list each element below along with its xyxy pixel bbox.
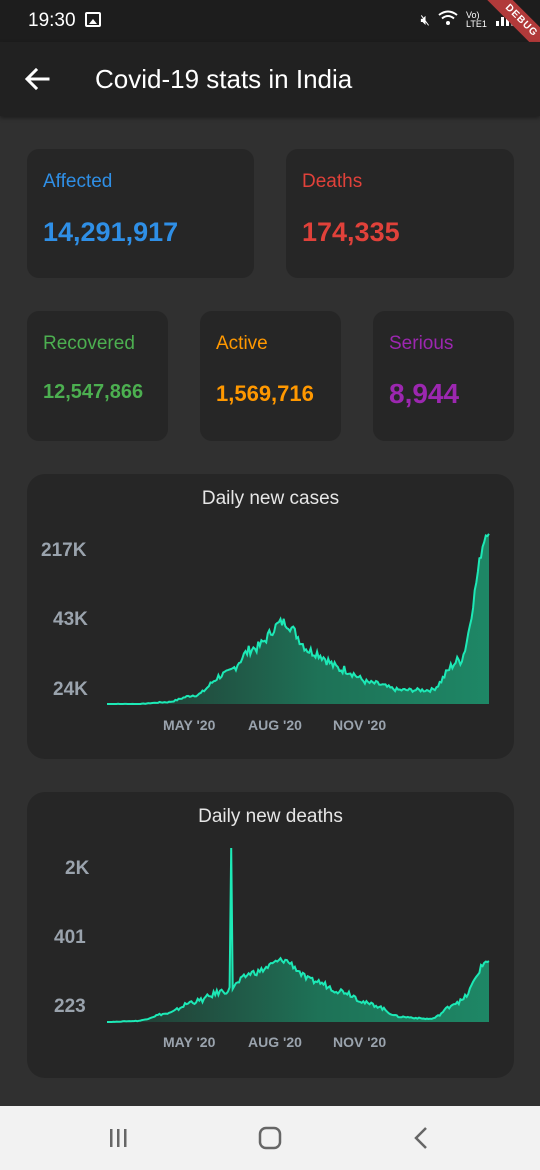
- status-bar: 19:30 🔇︎ Vo) LTE1 DEBUG: [0, 0, 540, 67]
- series-area: [107, 533, 489, 704]
- app-bar: Covid-19 stats in India: [0, 42, 540, 116]
- x-tick-label: MAY '20: [163, 1034, 216, 1050]
- x-tick-label: NOV '20: [333, 717, 386, 733]
- mute-icon: 🔇︎: [420, 11, 430, 29]
- x-tick-label: NOV '20: [333, 1034, 386, 1050]
- gallery-icon: [85, 12, 101, 27]
- serious-card: Serious 8,944: [373, 311, 514, 441]
- y-tick-label: 2K: [65, 858, 90, 879]
- network-label: Vo) LTE1: [466, 10, 487, 29]
- series-area: [107, 848, 489, 1022]
- active-card: Active 1,569,716: [200, 311, 341, 441]
- recovered-value: 12,547,866: [43, 381, 144, 403]
- affected-label: Affected: [43, 171, 113, 192]
- cases-chart-card: Daily new cases 217K 43K 24K MAY '20 AUG…: [27, 474, 514, 759]
- active-value: 1,569,716: [216, 381, 314, 406]
- recovered-card: Recovered 12,547,866: [27, 311, 168, 441]
- deaths-card: Deaths 174,335: [286, 149, 514, 278]
- home-icon[interactable]: [250, 1122, 290, 1154]
- nav-back-icon[interactable]: [400, 1122, 440, 1154]
- cases-chart: 217K 43K 24K MAY '20 AUG '20 NOV '20: [41, 533, 490, 733]
- y-tick-label: 24K: [53, 679, 88, 700]
- y-tick-label: 43K: [53, 609, 88, 630]
- page-title: Covid-19 stats in India: [95, 64, 353, 94]
- y-tick-label: 401: [54, 927, 86, 948]
- deaths-label: Deaths: [302, 171, 363, 192]
- recent-apps-icon[interactable]: [98, 1122, 138, 1154]
- recovered-label: Recovered: [43, 333, 135, 354]
- affected-card: Affected 14,291,917: [27, 149, 254, 278]
- x-tick-label: MAY '20: [163, 717, 216, 733]
- status-time: 19:30: [28, 10, 76, 31]
- deaths-value: 174,335: [302, 217, 400, 247]
- x-tick-label: AUG '20: [248, 1034, 302, 1050]
- active-label: Active: [216, 333, 268, 354]
- back-arrow-icon[interactable]: [22, 64, 52, 94]
- wifi-icon: [438, 10, 458, 30]
- serious-label: Serious: [389, 333, 454, 354]
- x-tick-label: AUG '20: [248, 717, 302, 733]
- serious-value: 8,944: [389, 378, 460, 409]
- system-nav-bar: [0, 1106, 540, 1170]
- deaths-chart-card: Daily new deaths 2K 401 223 MAY '20 AUG …: [27, 792, 514, 1078]
- deaths-chart: 2K 401 223 MAY '20 AUG '20 NOV '20: [54, 847, 490, 1050]
- affected-value: 14,291,917: [43, 217, 179, 247]
- y-tick-label: 217K: [41, 540, 87, 561]
- y-tick-label: 223: [54, 996, 86, 1017]
